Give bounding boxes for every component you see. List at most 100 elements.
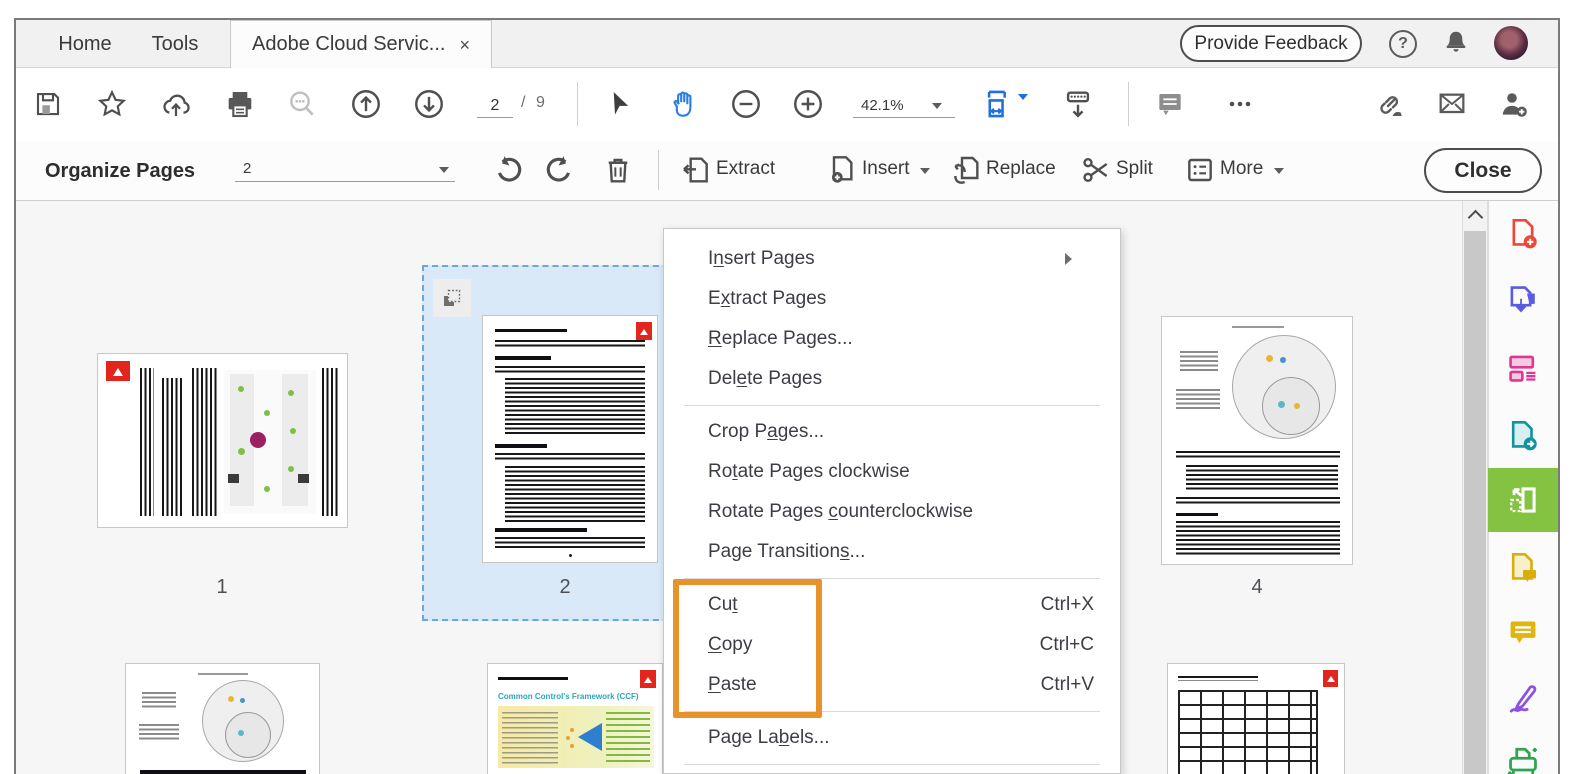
zoom-level-value: 42.1% [861, 97, 904, 114]
organize-pages-tool[interactable] [1488, 468, 1558, 532]
more-button[interactable] [1182, 152, 1218, 188]
replace-page-icon [954, 156, 979, 184]
menu-separator [684, 405, 1100, 406]
close-organize-button[interactable]: Close [1424, 148, 1542, 193]
extract-label[interactable]: Extract [716, 158, 775, 180]
page-number-input[interactable]: 2 [477, 90, 513, 118]
comment-tool-button[interactable] [1152, 86, 1188, 122]
thumb-text [505, 466, 645, 522]
share-for-view-button[interactable] [158, 86, 194, 122]
page-range-value: 2 [243, 160, 252, 177]
tab-home-label: Home [58, 32, 112, 55]
export-pdf-tool[interactable] [1488, 408, 1558, 464]
page-thumbnail-5[interactable] [125, 663, 320, 774]
zoom-out-button[interactable] [728, 86, 764, 122]
rotate-counterclockwise-icon [498, 156, 522, 182]
page-thumbnail-2[interactable] [482, 315, 658, 563]
thumb-text [1176, 451, 1340, 460]
extract-icon [683, 157, 708, 183]
provide-feedback-button[interactable]: Provide Feedback [1180, 25, 1362, 62]
thumb-table [1178, 690, 1318, 774]
rotate-cw-button[interactable] [542, 152, 578, 188]
menu-item-insert-pages[interactable]: Insert Pages [664, 239, 1120, 279]
person-plus-icon [1502, 93, 1527, 117]
split-label[interactable]: Split [1116, 158, 1153, 180]
page-fit-button[interactable] [982, 86, 1028, 122]
replace-label[interactable]: Replace [986, 158, 1056, 180]
close-tab-icon[interactable]: × [459, 36, 470, 54]
fill-sign-tool[interactable] [1488, 670, 1558, 726]
dropdown-caret-icon [920, 168, 930, 174]
previous-page-button[interactable] [348, 86, 384, 122]
menu-item-label: Insert Pages [708, 248, 815, 269]
hand-tool-button[interactable] [666, 86, 702, 122]
zoom-level-dropdown[interactable]: 42.1% [853, 90, 955, 118]
extract-button[interactable] [678, 152, 714, 188]
insert-button[interactable] [824, 152, 860, 188]
fill-sign-icon [1509, 685, 1537, 713]
page-range-select[interactable]: 2 [235, 152, 455, 182]
rotate-ccw-button[interactable] [490, 152, 526, 188]
menu-item-crop-pages[interactable]: Crop Pages... [664, 412, 1120, 452]
add-user-button[interactable] [1496, 86, 1532, 122]
email-button[interactable] [1434, 86, 1470, 122]
share-link-button[interactable] [1372, 86, 1408, 122]
link-icon [1380, 96, 1402, 116]
star-icon [97, 89, 127, 117]
zoom-in-button[interactable] [790, 86, 826, 122]
create-pdf-tool[interactable] [1488, 206, 1558, 262]
scroll-up-button[interactable] [1462, 201, 1488, 229]
tab-tools[interactable]: Tools [130, 20, 220, 68]
print-button[interactable] [222, 86, 258, 122]
page-thumbnail-6[interactable]: Common Control's Framework (CCF) [487, 663, 663, 774]
menu-item-rotate-clockwise[interactable]: Rotate Pages clockwise [664, 452, 1120, 492]
trash-icon [608, 158, 628, 183]
menu-item-label: Delete Pages [708, 368, 823, 389]
page-selection-icon [444, 289, 461, 306]
create-pdf-icon [1512, 218, 1537, 249]
page-comment-icon [1511, 552, 1537, 582]
more-tools-button[interactable] [1222, 86, 1258, 122]
split-button[interactable] [1078, 152, 1114, 188]
notifications-bell-icon[interactable] [1441, 28, 1471, 58]
combine-files-tool[interactable] [1488, 272, 1558, 328]
menu-item-page-labels[interactable]: Page Labels... [664, 718, 1120, 758]
dropdown-caret-icon [1274, 168, 1284, 174]
delete-pages-button[interactable] [600, 152, 636, 188]
scroll-mode-button[interactable] [1060, 86, 1096, 122]
menu-item-rotate-counterclockwise[interactable]: Rotate Pages counterclockwise [664, 492, 1120, 532]
selected-pages-badge [433, 279, 471, 317]
replace-button[interactable] [948, 152, 984, 188]
page-number-label-2: 2 [559, 576, 571, 598]
menu-item-delete-pages[interactable]: Delete Pages [664, 359, 1120, 399]
tab-home[interactable]: Home [40, 20, 130, 68]
menu-item-page-transitions[interactable]: Page Transitions... [664, 532, 1120, 572]
help-icon[interactable]: ? [1389, 30, 1417, 58]
select-tool-button[interactable] [602, 86, 638, 122]
thumb-text [495, 453, 645, 462]
page-thumbnail-8[interactable] [1167, 663, 1345, 774]
save-button[interactable] [30, 86, 66, 122]
favorites-button[interactable] [94, 86, 130, 122]
menu-item-extract-pages[interactable]: Extract Pages [664, 279, 1120, 319]
edit-pdf-tool[interactable] [1488, 340, 1558, 396]
page-thumbnail-1[interactable] [97, 353, 348, 528]
comments-tool[interactable] [1488, 604, 1558, 660]
scan-ocr-tool[interactable] [1488, 736, 1558, 774]
dropdown-caret-icon [931, 103, 942, 109]
scan-ocr-icon [1507, 747, 1537, 774]
more-label[interactable]: More [1220, 158, 1263, 180]
next-page-button[interactable] [411, 86, 447, 122]
page-down-icon [415, 90, 443, 118]
menu-shortcut: Ctrl+C [1039, 634, 1094, 655]
thumb-text [140, 368, 154, 516]
user-avatar[interactable] [1494, 26, 1528, 60]
scrollbar-thumb[interactable] [1464, 231, 1486, 774]
page-thumbnail-4[interactable] [1161, 316, 1353, 565]
insert-label[interactable]: Insert [862, 158, 910, 180]
select-arrow-icon [613, 92, 629, 115]
tab-document[interactable]: Adobe Cloud Servic... × [230, 20, 492, 68]
menu-item-replace-pages[interactable]: Replace Pages... [664, 319, 1120, 359]
send-for-comments-tool[interactable] [1488, 540, 1558, 596]
search-button[interactable] [284, 86, 320, 122]
